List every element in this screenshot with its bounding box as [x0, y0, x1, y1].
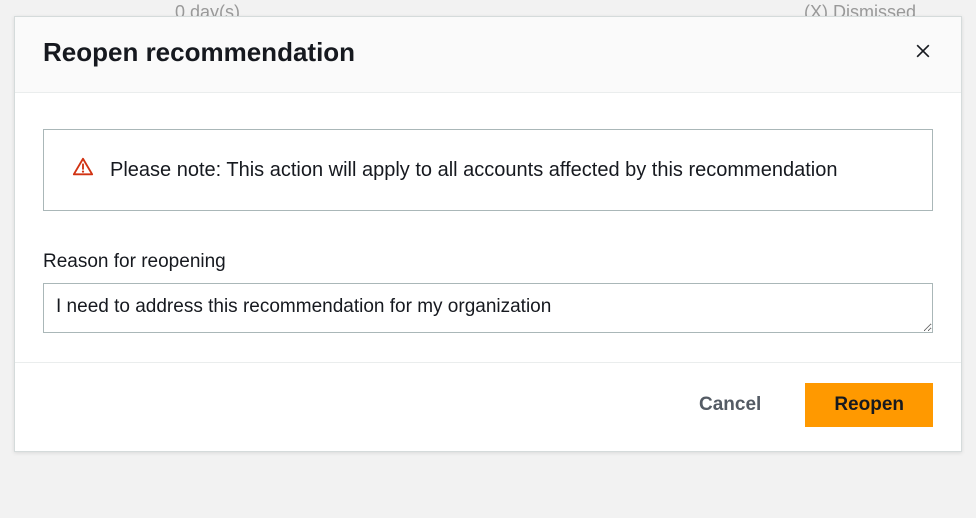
warning-icon: [72, 156, 94, 183]
reopen-button[interactable]: Reopen: [805, 383, 933, 427]
modal-header: Reopen recommendation: [15, 17, 961, 93]
reason-label: Reason for reopening: [43, 251, 933, 273]
reason-textarea[interactable]: [43, 283, 933, 333]
modal-body: Please note: This action will apply to a…: [15, 93, 961, 362]
modal-footer: Cancel Reopen: [15, 362, 961, 451]
alert-box: Please note: This action will apply to a…: [43, 129, 933, 211]
close-button[interactable]: [909, 37, 937, 68]
close-icon: [913, 41, 933, 64]
cancel-button[interactable]: Cancel: [671, 384, 789, 426]
alert-text: Please note: This action will apply to a…: [110, 154, 837, 186]
reopen-recommendation-modal: Reopen recommendation Please note: This …: [14, 16, 962, 452]
modal-title: Reopen recommendation: [43, 37, 355, 68]
